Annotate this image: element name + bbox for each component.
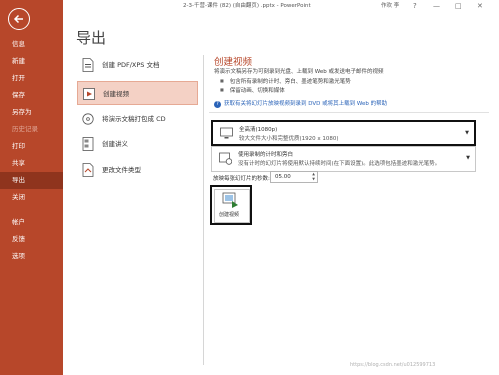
- watermark: https://blog.csdn.net/u012599713: [350, 362, 436, 368]
- section-title: 创建视频: [214, 57, 253, 68]
- create-video-button[interactable]: 创建视频: [210, 185, 252, 225]
- help-icon: ?: [214, 101, 221, 108]
- nav-item-save-as[interactable]: 另存为: [0, 104, 63, 121]
- back-arrow-icon: [13, 14, 23, 24]
- nav-item-history: 历史记录: [12, 125, 38, 133]
- panel-divider: [203, 55, 204, 365]
- nav-item-options[interactable]: 选项: [0, 248, 63, 265]
- create-video-label: 创建视频: [218, 212, 239, 218]
- export-option-file-type[interactable]: 更改文件类型: [77, 158, 198, 182]
- pdf-document-icon: [82, 58, 94, 72]
- back-button[interactable]: [8, 8, 30, 30]
- minimize-button[interactable]: —: [433, 0, 440, 13]
- chevron-down-icon: ▼: [465, 130, 469, 136]
- seconds-input[interactable]: 05.00 ▲ ▼: [270, 171, 318, 183]
- backstage-nav: 信息 新建 打开 保存 另存为 历史记录 打印 共享 导出 关闭 帐户 反馈 选…: [0, 36, 63, 265]
- backstage-sidebar: 信息 新建 打开 保存 另存为 历史记录 打印 共享 导出 关闭 帐户 反馈 选…: [0, 0, 63, 375]
- user-name[interactable]: 作欢 李: [381, 0, 399, 13]
- timing-main: 使用录制的计时和旁白: [238, 152, 294, 158]
- video-icon: [83, 88, 95, 100]
- nav-item-info[interactable]: 信息: [0, 36, 63, 53]
- nav-item-account[interactable]: 帐户: [0, 214, 63, 231]
- feature-bullet: 包含所有录制的计时、旁白、墨迹笔势和激光笔势: [220, 77, 351, 85]
- nav-item-feedback[interactable]: 反馈: [0, 231, 63, 248]
- export-option-pdf[interactable]: 创建 PDF/XPS 文档: [77, 53, 198, 77]
- quality-main: 全高清(1080p): [239, 127, 278, 133]
- quality-dropdown[interactable]: 全高清(1080p) 较大文件大小和完整优质(1920 x 1080) ▼: [211, 120, 476, 146]
- timing-sub: 没有计时的幻灯片将使用默认持续时间(在下面设置)。此选项包括墨迹和激光笔势。: [238, 161, 441, 167]
- export-option-label: 创建讲义: [102, 140, 128, 148]
- window-title: 2-3-千营-课件 (82) (自由翻页) .pptx - PowerPoint: [183, 3, 311, 9]
- section-description: 将演示文稿另存为可刻录到光盘、上载到 Web 或发送电子邮件的视频: [214, 69, 384, 75]
- export-option-label: 将演示文稿打包成 CD: [102, 115, 166, 123]
- nav-item-new[interactable]: 新建: [0, 53, 63, 70]
- monitor-icon: [220, 127, 233, 139]
- help-button[interactable]: ?: [413, 0, 417, 13]
- help-link-text[interactable]: 获取有关将幻灯片放映视频刻录到 DVD 或将其上载到 Web 的帮助: [224, 101, 387, 107]
- export-option-cd[interactable]: 将演示文稿打包成 CD: [77, 107, 198, 131]
- quality-sub: 较大文件大小和完整优质(1920 x 1080): [239, 136, 339, 142]
- nav-item-share[interactable]: 共享: [0, 155, 63, 172]
- feature-bullet: 保留动画、切换和媒体: [220, 86, 285, 94]
- export-option-label: 创建视频: [103, 90, 129, 98]
- timing-dropdown[interactable]: 使用录制的计时和旁白 没有计时的幻灯片将使用默认持续时间(在下面设置)。此选项包…: [211, 146, 476, 172]
- handout-icon: [82, 137, 94, 151]
- timing-narration-icon: [219, 152, 232, 165]
- cd-package-icon: [82, 113, 94, 125]
- nav-item-print[interactable]: 打印: [0, 138, 63, 155]
- seconds-value: 05.00: [275, 174, 291, 180]
- page-title: 导出: [76, 29, 107, 47]
- spinner-icon[interactable]: ▲ ▼: [312, 172, 315, 182]
- nav-item-save[interactable]: 保存: [0, 87, 63, 104]
- create-video-icon: [222, 192, 238, 208]
- maximize-button[interactable]: □: [455, 0, 462, 13]
- help-link[interactable]: ? 获取有关将幻灯片放映视频刻录到 DVD 或将其上载到 Web 的帮助: [214, 99, 387, 108]
- title-bar: 2-3-千营-课件 (82) (自由翻页) .pptx - PowerPoint…: [63, 0, 499, 13]
- nav-item-open[interactable]: 打开: [0, 70, 63, 87]
- nav-item-close[interactable]: 关闭: [0, 189, 63, 206]
- export-option-handout[interactable]: 创建讲义: [77, 132, 198, 156]
- nav-item-export[interactable]: 导出: [0, 172, 63, 189]
- close-button[interactable]: ✕: [477, 0, 483, 13]
- export-option-label: 更改文件类型: [102, 166, 141, 174]
- export-option-video[interactable]: 创建视频: [77, 81, 198, 105]
- chevron-down-icon: ▼: [466, 155, 470, 161]
- seconds-label: 放映每张幻灯片的秒数:: [213, 176, 270, 182]
- separator: [209, 112, 489, 113]
- file-type-icon: [82, 163, 94, 177]
- export-option-label: 创建 PDF/XPS 文档: [102, 61, 160, 69]
